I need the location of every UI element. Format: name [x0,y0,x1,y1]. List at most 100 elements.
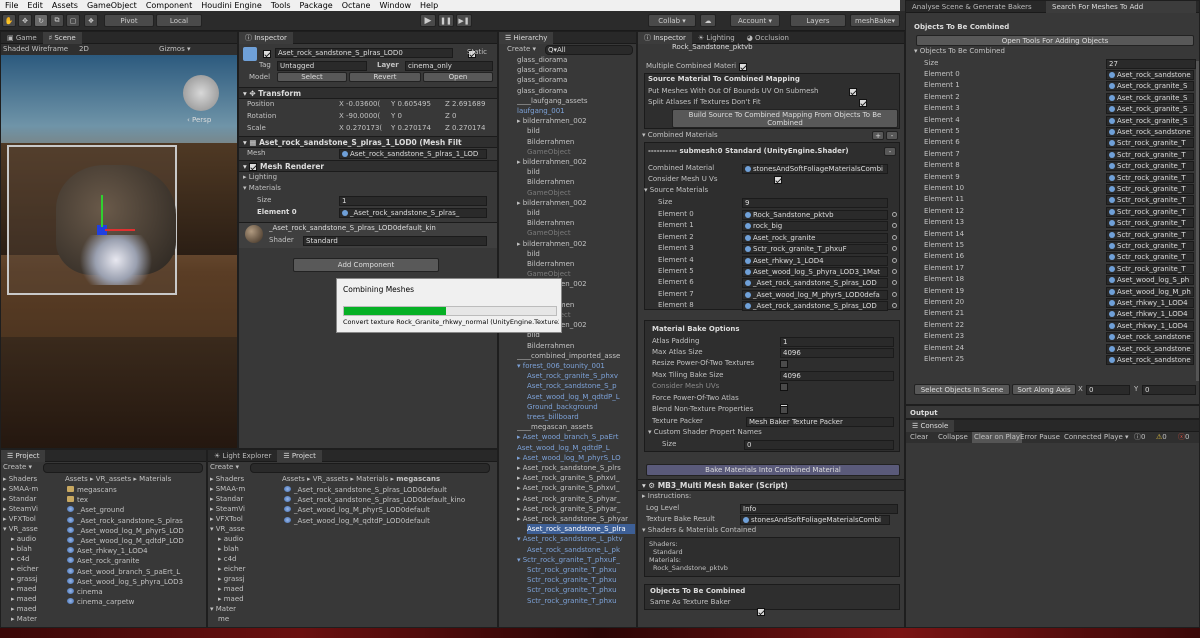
tag-dropdown[interactable]: Untagged [277,61,367,71]
account-dropdown[interactable]: Account ▾ [730,14,780,27]
hierarchy-item[interactable]: ▸ Aset_rock_granite_S_phxvI_ [517,483,635,493]
remove-submesh-button[interactable]: - [884,147,896,156]
source-materials-foldout[interactable]: ▾ Source Materials [644,185,708,196]
source-element-field[interactable]: Aset_rock_granite [742,232,888,243]
step-button[interactable]: ▶❚ [456,14,472,27]
consider-uvs-checkbox[interactable] [773,175,782,184]
menu-item-octane[interactable]: Octane [342,1,371,10]
right-element-field[interactable]: Sctr_rock_granite_T [1106,241,1194,251]
object-picker-icon[interactable] [892,212,897,217]
orientation-gizmo-icon[interactable] [183,75,219,111]
consider-uvs2-checkbox[interactable] [780,383,788,391]
model-open-button[interactable]: Open [423,72,493,82]
materials-foldout[interactable]: ▾ Materials [243,183,281,194]
hierarchy-item[interactable]: ▸ Aset_wood_branch_S_paErt [517,432,635,442]
hierarchy-item[interactable]: GameObject [527,228,635,238]
combined-material-field[interactable]: stonesAndSoftFoliageMaterialsCombi [742,164,888,174]
hierarchy-item[interactable]: ▸ bilderrahmen_002 [517,239,635,249]
scale-y[interactable]: Y 0.270174 [391,123,431,134]
right-element-field[interactable]: Sctr_rock_granite_T [1106,206,1194,217]
right-element-field[interactable]: Sctr_rock_granite_T [1106,263,1194,274]
menu-item-houdini-engine[interactable]: Houdini Engine [201,1,262,10]
sort-axis-button[interactable]: Sort Along Axis [1012,384,1076,395]
tab-light-explorer[interactable]: ☀ Light Explorer [208,450,277,462]
hierarchy-item[interactable]: ▸ bilderrahmen_002 [517,198,635,208]
max-tiling-field[interactable]: 4096 [780,371,894,381]
hierarchy-item[interactable]: Ground_background [527,402,635,412]
project-search[interactable] [43,463,203,473]
project-folder-item[interactable]: me [218,614,268,625]
hierarchy-item[interactable]: ____megascan_assets [517,422,635,432]
right-element-field[interactable]: Sctr_rock_granite_T [1106,229,1194,240]
hierarchy-item[interactable]: ____laufgang_assets [517,96,635,106]
right-element-field[interactable]: Aset_rock_granite_S [1106,92,1194,103]
hierarchy-item[interactable]: Aset_rock_granite_S_phxv [527,371,635,381]
gizmos-dropdown[interactable]: Gizmos ▾ [159,44,191,55]
hierarchy-item[interactable]: ▾ forest_006_tounity_001 [517,361,635,371]
tab-project[interactable]: ☰ Project [1,450,46,462]
hierarchy-item[interactable]: ▸ Aset_rock_granite_S_phxvI_ [517,473,635,483]
2d-toggle[interactable]: 2D [79,44,89,55]
lighting-foldout[interactable]: ▸ Lighting [243,172,277,183]
error-count[interactable]: ⓧ0 [1178,432,1189,443]
console-clear-on-play-button[interactable]: Clear on Play [972,432,1023,443]
project2-search[interactable] [250,463,490,473]
position-z[interactable]: Z 2.691689 [445,99,485,110]
right-element-field[interactable]: Aset_rock_granite_S [1106,115,1194,126]
axis-x-field[interactable]: 0 [1086,385,1130,395]
hierarchy-item[interactable]: Aset_rock_sandstone_S_p [527,381,635,391]
custom-shader-foldout[interactable]: ▾ Custom Shader Propert Names [648,427,762,438]
put-meshes-checkbox[interactable] [848,87,857,96]
scale-x[interactable]: X 0.270173( [339,123,382,134]
layer-dropdown[interactable]: cinema_only [405,61,493,71]
hierarchy-item[interactable]: Sctr_rock_granite_T_phxu [527,596,635,606]
hierarchy-item[interactable]: ▾ Sctr_rock_granite_T_phxuF_ [517,555,635,565]
rect-tool-icon[interactable]: ▢ [66,14,80,27]
hierarchy-item[interactable]: ▸ Aset_rock_granite_S_phyar_ [517,504,635,514]
tab-console[interactable]: ☰ Console [906,420,955,432]
select-objects-button[interactable]: Select Objects In Scene [914,384,1010,395]
rotation-z[interactable]: Z 0 [445,111,456,122]
texture-packer-dropdown[interactable]: Mesh Baker Texture Packer [746,417,894,427]
open-tools-button[interactable]: Open Tools For Adding Objects [916,35,1194,46]
right-element-field[interactable]: Aset_rhkwy_1_LOD4 [1106,320,1194,331]
hierarchy-item[interactable]: Bilderrahmen [527,137,635,147]
hierarchy-item[interactable]: trees_billboard [527,412,635,422]
menu-item-edit[interactable]: Edit [27,1,43,10]
split-atlases-checkbox[interactable] [859,98,868,107]
position-x[interactable]: X -0.03600( [339,99,380,110]
texture-bake-result-field[interactable]: stonesAndSoftFoliageMaterialsCombi [740,515,890,525]
materials-size-field[interactable]: 1 [339,196,487,206]
crumb-assets[interactable]: Assets [65,475,88,483]
hierarchy-item[interactable]: Sctr_rock_granite_T_phxu [527,575,635,585]
hand-tool-icon[interactable]: ✋ [2,14,16,27]
rotation-x[interactable]: X -90.0000( [339,111,380,122]
bake-materials-button[interactable]: Bake Materials Into Combined Material [646,464,900,476]
remove-combined-material-button[interactable]: - [886,131,898,140]
crumb2-assets[interactable]: Assets [282,475,305,483]
console-clear-button[interactable]: Clear [910,432,928,443]
right-element-field[interactable]: Aset_wood_log_S_ph [1106,275,1194,286]
crumb2-megascans[interactable]: megascans [396,475,440,483]
blend-non-tex-checkbox[interactable] [780,406,788,414]
hierarchy-item[interactable]: bild [527,249,635,259]
max-atlas-field[interactable]: 4096 [780,348,894,358]
right-element-field[interactable]: Aset_rhkwy_1_LOD4 [1106,309,1194,320]
add-component-button[interactable]: Add Component [293,258,439,272]
object-picker-icon[interactable] [892,257,897,263]
right-element-field[interactable]: Sctr_rock_granite_T [1106,195,1194,206]
scene-viewport[interactable]: ‹ Persp [1,55,237,448]
hierarchy-item[interactable]: ▸ Aset_rock_sandstone_S_phyar [517,514,635,524]
source-element-field[interactable]: Aset_wood_log_S_phyra_LOD3_1Mat [742,267,888,277]
mesh-field[interactable]: Aset_rock_sandstone_S_plras_1_LOD [339,149,487,159]
project-file-item[interactable]: cinema_carpetw [67,597,199,608]
cloud-icon[interactable]: ☁ [700,14,716,27]
project-folder-item[interactable]: ▸ Mater [11,614,61,625]
right-element-field[interactable]: Aset_rock_granite_S [1106,104,1194,115]
connected-player-dropdown[interactable]: Connected Playe ▾ [1064,432,1129,443]
crumb2-materials[interactable]: Materials [356,475,388,483]
menu-item-package[interactable]: Package [300,1,333,10]
crumb-materials[interactable]: Materials [139,475,171,483]
rotate-tool-icon[interactable]: ↻ [34,14,48,27]
hierarchy-item[interactable]: ▸ bilderrahmen_002 [517,157,635,167]
